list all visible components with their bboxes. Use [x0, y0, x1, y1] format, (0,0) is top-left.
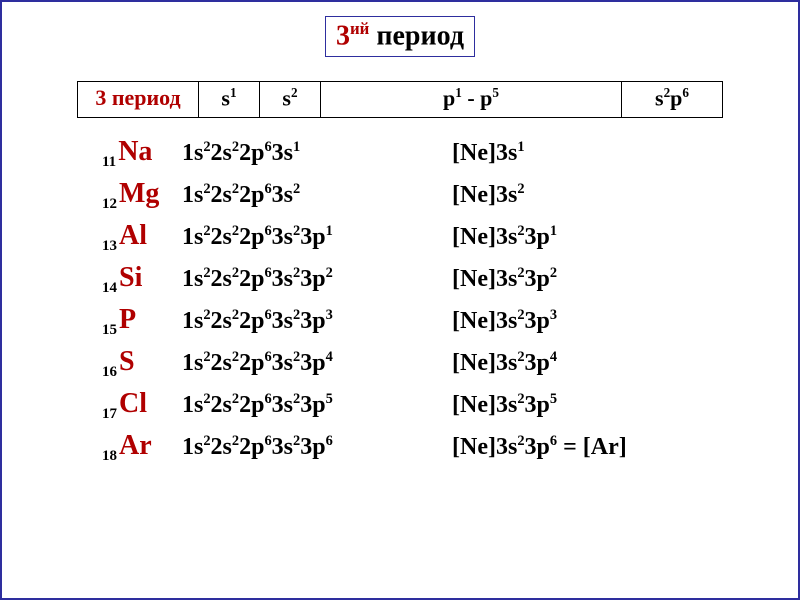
short-configuration: [Ne]3s23p5 — [452, 391, 557, 419]
atomic-number: 18 — [102, 448, 117, 464]
atomic-number: 17 — [102, 406, 117, 422]
slide: 3ий период 3 период s1 s2 p1 - p5 s2p6 1… — [0, 0, 800, 600]
element-row: 17Cl1s22s22p63s23p5[Ne]3s23p5 — [102, 388, 738, 420]
title-number: 3 — [336, 20, 350, 51]
full-configuration: 1s22s22p63s23p6 — [182, 433, 452, 461]
full-configuration: 1s22s22p63s23p5 — [182, 391, 452, 419]
title-sup: ий — [350, 19, 369, 38]
element-symbol: Si — [119, 262, 142, 293]
element-symbol-block: 15P — [102, 304, 182, 336]
header-period-label: 3 период — [78, 82, 199, 117]
header-sp: s2p6 — [622, 82, 723, 117]
element-symbol: Cl — [119, 388, 147, 419]
atomic-number: 12 — [102, 196, 117, 212]
element-row: 11Na1s22s22p63s1[Ne]3s1 — [102, 136, 738, 168]
short-configuration: [Ne]3s1 — [452, 139, 525, 167]
short-configuration: [Ne]3s23p1 — [452, 223, 557, 251]
short-configuration: [Ne]3s23p2 — [452, 265, 557, 293]
header-p: p1 - p5 — [321, 82, 622, 117]
slide-title: 3ий период — [325, 16, 475, 57]
atomic-number: 11 — [102, 154, 116, 170]
header-s2: s2 — [260, 82, 321, 117]
element-symbol-block: 13Al — [102, 220, 182, 252]
atomic-number: 15 — [102, 322, 117, 338]
full-configuration: 1s22s22p63s2 — [182, 181, 452, 209]
element-symbol-block: 14Si — [102, 262, 182, 294]
element-symbol: S — [119, 346, 135, 377]
element-symbol-block: 16S — [102, 346, 182, 378]
short-configuration: [Ne]3s2 — [452, 181, 525, 209]
element-symbol-block: 17Cl — [102, 388, 182, 420]
full-configuration: 1s22s22p63s23p1 — [182, 223, 452, 251]
element-row: 15P1s22s22p63s23p3[Ne]3s23p3 — [102, 304, 738, 336]
element-symbol: P — [119, 304, 136, 335]
element-symbol-block: 18Ar — [102, 430, 182, 462]
element-row: 13Al1s22s22p63s23p1[Ne]3s23p1 — [102, 220, 738, 252]
element-symbol: Na — [118, 136, 152, 167]
atomic-number: 13 — [102, 238, 117, 254]
full-configuration: 1s22s22p63s1 — [182, 139, 452, 167]
element-row: 14Si1s22s22p63s23p2[Ne]3s23p2 — [102, 262, 738, 294]
element-symbol: Al — [119, 220, 147, 251]
element-list: 11Na1s22s22p63s1[Ne]3s112Mg1s22s22p63s2[… — [102, 136, 738, 462]
header-s1: s1 — [199, 82, 260, 117]
element-symbol-block: 12Mg — [102, 178, 182, 210]
full-configuration: 1s22s22p63s23p4 — [182, 349, 452, 377]
atomic-number: 14 — [102, 280, 117, 296]
element-row: 12Mg1s22s22p63s2[Ne]3s2 — [102, 178, 738, 210]
full-configuration: 1s22s22p63s23p2 — [182, 265, 452, 293]
short-configuration: [Ne]3s23p4 — [452, 349, 557, 377]
atomic-number: 16 — [102, 364, 117, 380]
element-symbol: Mg — [119, 178, 159, 209]
header-table: 3 период s1 s2 p1 - p5 s2p6 — [77, 81, 723, 117]
element-row: 16S1s22s22p63s23p4[Ne]3s23p4 — [102, 346, 738, 378]
title-word: период — [376, 20, 464, 51]
element-symbol: Ar — [119, 430, 152, 461]
short-configuration: [Ne]3s23p3 — [452, 307, 557, 335]
element-symbol-block: 11Na — [102, 136, 182, 168]
short-configuration: [Ne]3s23p6 = [Ar] — [452, 433, 627, 461]
full-configuration: 1s22s22p63s23p3 — [182, 307, 452, 335]
element-row: 18Ar1s22s22p63s23p6[Ne]3s23p6 = [Ar] — [102, 430, 738, 462]
title-wrap: 3ий период — [2, 16, 798, 57]
